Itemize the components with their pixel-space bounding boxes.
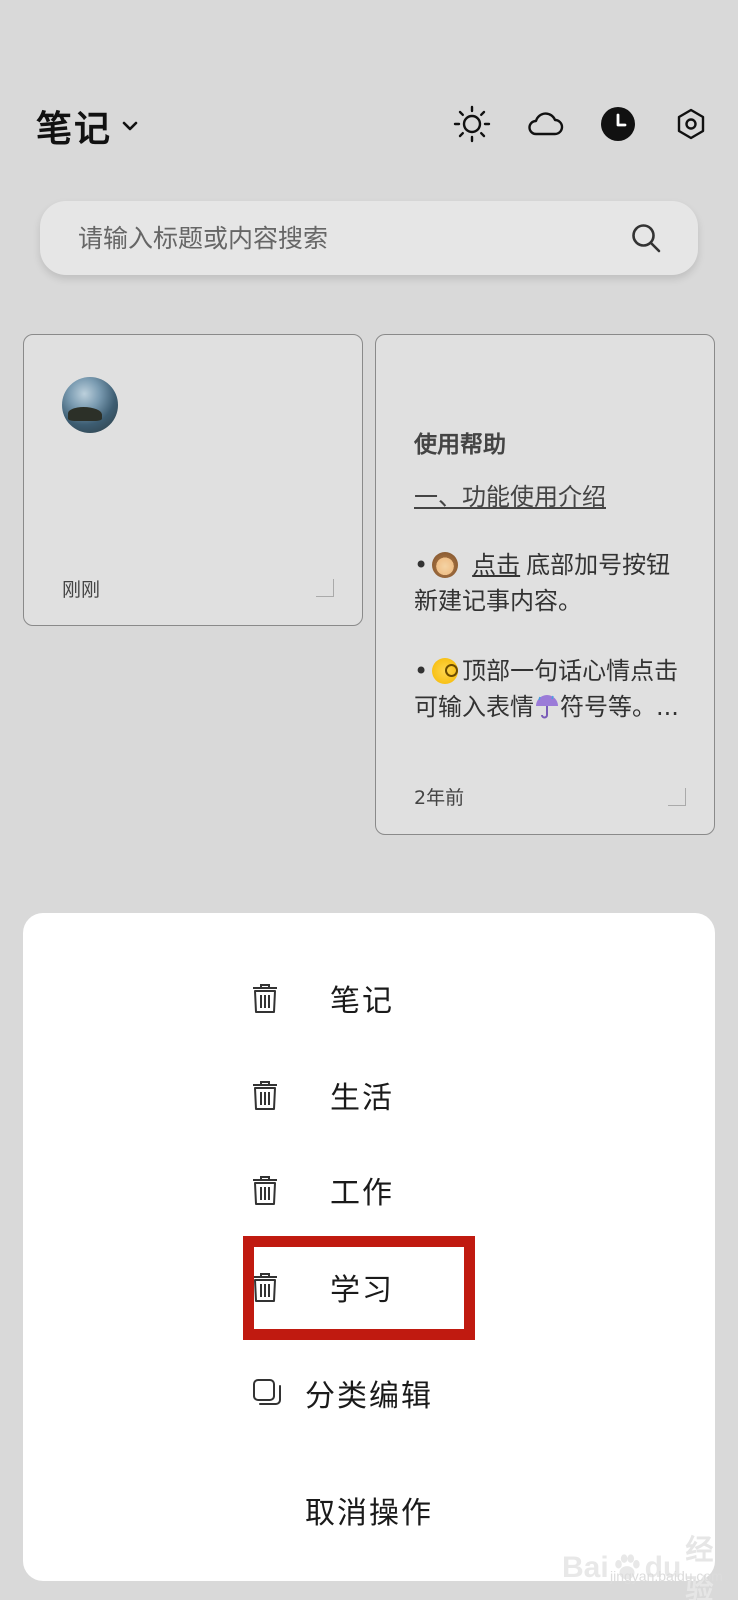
note-subtitle: 一、功能使用介绍 — [414, 483, 606, 511]
trash-icon — [253, 1081, 277, 1110]
monkey-emoji-icon — [432, 552, 459, 578]
note-paragraph: • 顶部一句话心情点击可输入表情 符号等。... — [414, 657, 679, 721]
menu-item-label: 生活 — [330, 1081, 394, 1116]
menu-item-study[interactable]: 学习 — [0, 1247, 692, 1327]
menu-item-note[interactable]: 笔记 — [0, 958, 692, 1038]
clock-icon[interactable] — [598, 104, 638, 144]
menu-item-label: 分类编辑 — [305, 1379, 433, 1414]
menu-item-life[interactable]: 生活 — [0, 1055, 692, 1135]
page-title: 笔记 — [36, 109, 113, 150]
note-link: 点击 — [472, 551, 521, 579]
note-card[interactable]: 刚刚 — [23, 334, 363, 626]
note-paragraph: • 点击 底部加号按钮 新建记事内容。 — [414, 551, 671, 615]
note-card[interactable]: 使用帮助 一、功能使用介绍 • 点击 底部加号按钮 新建记事内容。 • 顶部一句话心情… — [375, 334, 715, 835]
search-input[interactable] — [78, 223, 630, 253]
search-icon[interactable] — [630, 222, 662, 254]
note-image-thumbnail — [62, 377, 118, 433]
settings-icon[interactable] — [671, 104, 711, 144]
cloud-icon[interactable] — [525, 104, 565, 144]
trash-icon — [253, 1176, 277, 1205]
search-bar[interactable] — [40, 201, 698, 275]
trash-icon — [253, 1273, 277, 1302]
menu-item-label: 工作 — [330, 1176, 394, 1211]
note-time: 刚刚 — [62, 579, 101, 601]
menu-item-label: 笔记 — [330, 984, 394, 1019]
corner-fold-icon — [668, 788, 686, 806]
note-title: 使用帮助 — [414, 432, 506, 458]
monocle-face-emoji-icon — [432, 658, 459, 684]
sun-icon[interactable] — [452, 104, 492, 144]
menu-item-edit-categories[interactable]: 分类编辑 — [0, 1353, 692, 1433]
cancel-button[interactable]: 取消操作 — [23, 1470, 715, 1550]
category-switcher[interactable]: 笔记 — [36, 100, 140, 152]
umbrella-emoji-icon — [536, 695, 558, 719]
note-time: 2年前 — [414, 787, 465, 809]
copy-icon — [253, 1379, 281, 1405]
corner-fold-icon — [316, 579, 334, 597]
menu-item-work[interactable]: 工作 — [0, 1150, 692, 1230]
top-bar: 笔记 — [0, 0, 738, 190]
chevron-down-icon — [122, 121, 138, 131]
trash-icon — [253, 984, 277, 1013]
menu-item-label: 学习 — [330, 1273, 394, 1308]
